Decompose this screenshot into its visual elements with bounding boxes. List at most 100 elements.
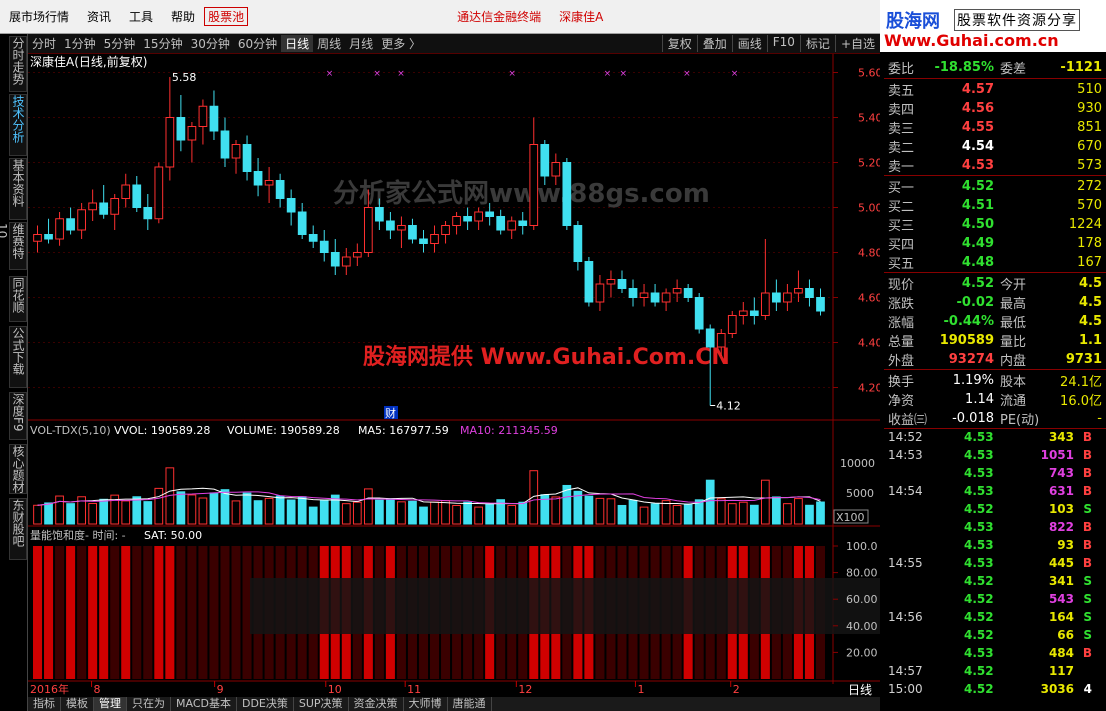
menu-tools[interactable]: 工具 (120, 8, 162, 25)
event-mark[interactable]: × (683, 69, 691, 79)
volume-bar (441, 500, 450, 525)
month-label: 11 (407, 683, 421, 696)
period-monthly[interactable]: 月线 (345, 35, 377, 52)
menu-market[interactable]: 展市场行情 (0, 8, 78, 25)
kline-chart[interactable]: 分析家公式网www.88gs.com 股海网提供 Www.Guhai.Com.C… (28, 54, 883, 711)
tab-fund[interactable]: 资金决策 (349, 697, 404, 711)
tab-ths[interactable]: 同花顺 (9, 276, 27, 322)
tab-guba[interactable]: 东财股吧 (9, 498, 27, 560)
tick-row: 14:52 4.53 343 B (884, 430, 1106, 448)
tab-timeshare[interactable]: 分时走势 (9, 36, 27, 92)
sell-level-row[interactable]: 卖五 4.57 510 (884, 80, 1106, 99)
sell-level-price: 4.55 (961, 120, 994, 135)
sat-indicator-name[interactable]: 量能饱和度- 时间: - (30, 528, 126, 542)
add-watchlist-button[interactable]: +自选 (834, 35, 880, 52)
tab-indicator[interactable]: 指标 (28, 697, 61, 711)
brand-banner: 股海网 股票软件资源分享 Www.Guhai.com.cn (880, 0, 1106, 52)
tick-price: 4.53 (964, 556, 994, 570)
chart-title: 深康佳A(日线,前复权) (30, 54, 147, 69)
tab-technical[interactable]: 技术分析 (9, 94, 27, 156)
period-1min[interactable]: 1分钟 (60, 35, 100, 52)
tab-master[interactable]: 大师博 (404, 697, 448, 711)
tick-side: B (1082, 430, 1092, 444)
sell-level-row[interactable]: 卖二 4.54 670 (884, 137, 1106, 156)
tick-row: 14:53 4.53 1051 B (884, 448, 1106, 466)
f10-button[interactable]: F10 (766, 35, 800, 52)
volume-bar (650, 503, 660, 525)
tab-tang[interactable]: 唐能通 (448, 697, 492, 711)
mark-button[interactable]: 标记 (799, 35, 835, 52)
period-5min[interactable]: 5分钟 (100, 35, 140, 52)
tab-depth[interactable]: 深度F9 (9, 392, 27, 440)
buy-level-row[interactable]: 买三 4.50 1224 (884, 215, 1106, 234)
tab-weisaite[interactable]: 维赛特10 (0, 222, 27, 270)
stat2-label: 换手 (888, 375, 915, 390)
stat-value: 190589 (939, 333, 994, 348)
period-daily[interactable]: 日线 (281, 35, 314, 52)
tick-volume: 3036 (1040, 682, 1074, 696)
buy-level-row[interactable]: 买四 4.49 178 (884, 234, 1106, 253)
buy-level-row[interactable]: 买二 4.51 570 (884, 196, 1106, 215)
period-30min[interactable]: 30分钟 (187, 35, 234, 52)
sat-axis-label: 60.00 (846, 593, 878, 606)
draw-line-button[interactable]: 画线 (731, 35, 767, 52)
volume-bar (639, 506, 649, 525)
volume-bar (816, 501, 825, 525)
period-timeshare[interactable]: 分时 (28, 35, 60, 52)
sell-level-volume: 573 (1077, 158, 1102, 173)
brand-tagline: 股票软件资源分享 (954, 9, 1080, 31)
event-mark[interactable]: × (373, 69, 381, 79)
sell-level-row[interactable]: 卖一 4.53 573 (884, 156, 1106, 175)
volume-bar (308, 506, 318, 525)
chart-canvas[interactable]: 分析家公式网www.88gs.com 股海网提供 Www.Guhai.Com.C… (28, 54, 883, 697)
tab-sup[interactable]: SUP决策 (294, 697, 349, 711)
month-label: 10 (328, 683, 342, 696)
volume-bar (121, 500, 131, 525)
stat2-value: -0.018 (952, 411, 994, 426)
menu-news[interactable]: 资讯 (78, 8, 120, 25)
buy-level-row[interactable]: 买五 4.48 167 (884, 253, 1106, 272)
overlay-button[interactable]: 叠加 (696, 35, 732, 52)
menu-help[interactable]: 帮助 (162, 8, 204, 25)
period-60min[interactable]: 60分钟 (234, 35, 281, 52)
candle-body (187, 126, 197, 141)
event-mark[interactable]: × (326, 69, 334, 79)
sell-level-row[interactable]: 卖三 4.55 851 (884, 118, 1106, 137)
date-axis-year: 2016年 (30, 682, 69, 696)
candle-body (573, 225, 583, 262)
tab-macd[interactable]: MACD基本 (171, 697, 237, 711)
tab-theme[interactable]: 核心题材 (9, 444, 27, 494)
tab-dde[interactable]: DDE决策 (237, 697, 294, 711)
volume-bar (617, 504, 627, 525)
tab-fundamental[interactable]: 基本资料 (9, 158, 27, 220)
volume-bar (231, 500, 241, 525)
tab-manage[interactable]: 管理 (94, 697, 127, 711)
vol-indicator-name[interactable]: VOL-TDX(5,10) (30, 424, 111, 437)
period-weekly[interactable]: 周线 (313, 35, 345, 52)
sell-level-row[interactable]: 卖四 4.56 930 (884, 99, 1106, 118)
vol-unit: X100 (836, 511, 865, 524)
tick-side: S (1083, 628, 1092, 642)
event-mark[interactable]: × (508, 69, 516, 79)
period-15min[interactable]: 15分钟 (139, 35, 186, 52)
tick-side: B (1082, 646, 1092, 660)
candle-body (606, 279, 616, 285)
sat-axis-label: 80.00 (846, 567, 878, 580)
candle-body (264, 180, 274, 186)
adjust-button[interactable]: 复权 (661, 35, 697, 52)
stock-pool-button[interactable]: 股票池 (204, 7, 249, 26)
tick-row: 4.53 484 B (884, 646, 1106, 664)
candle-body (738, 310, 748, 316)
tab-template[interactable]: 模板 (61, 697, 94, 711)
event-mark[interactable]: × (731, 69, 739, 79)
event-mark[interactable]: × (620, 69, 628, 79)
sat-bar (77, 546, 87, 679)
period-more[interactable]: 更多 〉 (377, 35, 425, 52)
sat-bar (110, 546, 120, 679)
tab-zaiwei[interactable]: 只在为 (127, 697, 171, 711)
tab-formula[interactable]: 公式下载 (9, 326, 27, 388)
event-mark[interactable]: × (397, 69, 405, 79)
buy-level-row[interactable]: 买一 4.52 272 (884, 177, 1106, 196)
event-mark[interactable]: × (604, 69, 612, 79)
tick-time: 15:00 (888, 682, 923, 696)
